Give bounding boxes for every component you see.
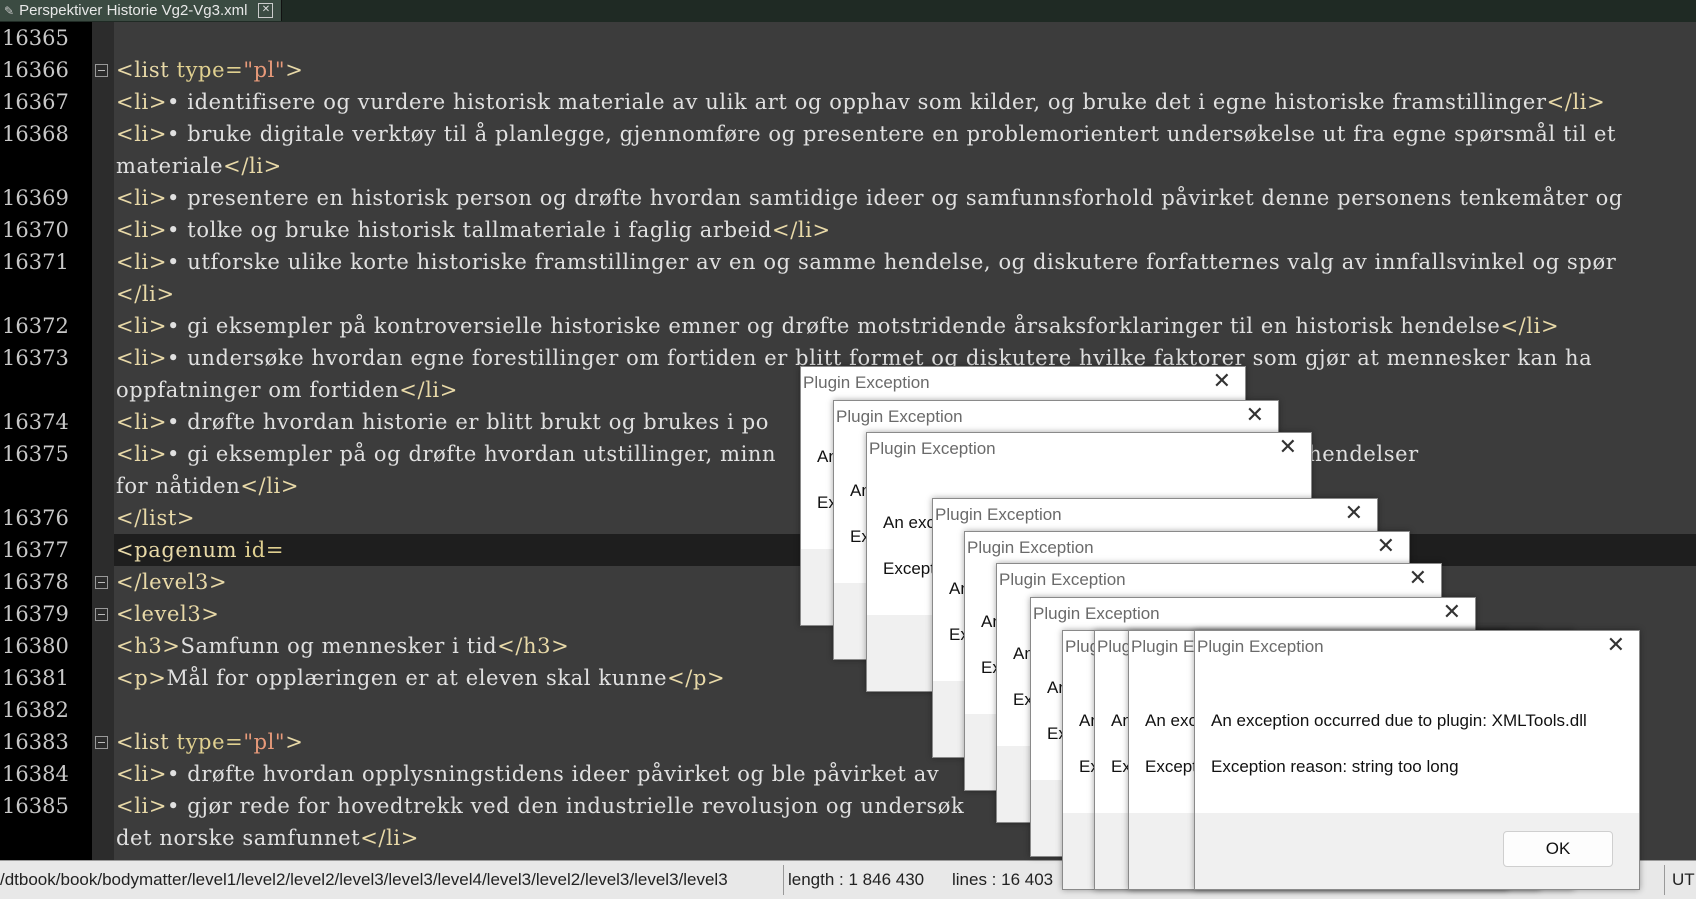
close-icon[interactable]: ✕ [1607,633,1625,658]
line-number: 16379 [2,602,69,626]
close-tab-icon[interactable]: ✕ [258,3,274,18]
line-number: 16369 [2,186,69,210]
line-text: <li>• gi eksempler på kontroversielle hi… [116,314,1560,338]
code-line[interactable]: 16369 <li>• presentere en historisk perso… [0,182,1696,214]
line-text: <li>• drøfte hvordan historie er blitt b… [116,410,769,434]
close-icon[interactable]: ✕ [1409,566,1427,591]
status-xpath: /dtbook/book/bodymatter/level1/level2/le… [0,870,728,889]
close-icon[interactable]: ✕ [1213,369,1231,394]
line-text: <level3> [116,602,220,626]
line-text: <li>• utforske ulike korte historiske fr… [116,250,1617,274]
code-line[interactable]: 16365 [0,22,1696,54]
line-text: <pagenum id= [116,538,285,562]
line-text: for nåtiden</li> [116,474,300,498]
fold-toggle-icon[interactable] [95,64,108,77]
line-text: <h3>Samfunn og mennesker i tid</h3> [116,634,570,658]
line-number: 16378 [2,570,69,594]
line-text: <list type="pl"> [116,730,304,754]
code-line[interactable]: 16368 <li>• bruke digitale verktøy til å … [0,118,1696,150]
line-text: <li>• identifisere og vurdere historisk … [116,90,1606,114]
close-icon[interactable]: ✕ [1279,435,1297,460]
line-number: 16376 [2,506,69,530]
file-tab-title: Perspektiver Historie Vg2-Vg3.xml [19,2,248,19]
line-number: 16366 [2,58,69,82]
line-number: 16368 [2,122,69,146]
fold-toggle-icon[interactable] [95,608,108,621]
close-icon[interactable]: ✕ [1443,600,1461,625]
line-text: <li>• bruke digitale verktøy til å planl… [116,122,1617,146]
status-separator [783,865,784,895]
code-line[interactable]: 16367 <li>• identifisere og vurdere histo… [0,86,1696,118]
tab-bar: ✎ Perspektiver Historie Vg2-Vg3.xml ✕ [0,0,1696,23]
line-number: 16385 [2,794,69,818]
line-text-area: <li>• bruke digitale verktøy til å planl… [114,118,1696,150]
line-number: 16375 [2,442,69,466]
line-text: <li>• presentere en historisk person og … [116,186,1623,210]
line-text-area: <li>• utforske ulike korte historiske fr… [114,246,1696,278]
line-text: <li>• drøfte hvordan opplysningstidens i… [116,762,940,786]
line-text-area: materiale</li> [114,150,1696,182]
line-number: 16380 [2,634,69,658]
line-text-area: <li>• presentere en historisk person og … [114,182,1696,214]
line-number: 16371 [2,250,69,274]
code-line[interactable]: 16370 <li>• tolke og bruke historisk tall… [0,214,1696,246]
line-number: 16365 [2,26,69,50]
dialog-footer: OK [1195,813,1639,889]
line-text-area: <li>• identifisere og vurdere historisk … [114,86,1696,118]
close-icon[interactable]: ✕ [1246,403,1264,428]
dialog-title: Plugin Exception [836,407,963,426]
status-length: length : 1 846 430 [788,870,925,889]
line-text: det norske samfunnet</li> [116,826,419,850]
dialog-reason: Exception reason: string too long [1211,757,1459,776]
line-text-area: <list type="pl"> [114,54,1696,86]
code-line[interactable]: materiale</li> [0,150,1696,182]
line-text: </li> [116,282,175,306]
line-text-area: <li>• tolke og bruke historisk tallmater… [114,214,1696,246]
line-text: materiale</li> [116,154,282,178]
dialog-message: An exception occurred due to plugin: XML… [1211,711,1587,730]
dialog-title: Plugin Exception [999,570,1126,589]
dialog-title: Plugin Exception [803,373,930,392]
fold-toggle-icon[interactable] [95,576,108,589]
line-text: </level3> [116,570,228,594]
line-text: oppfatninger om fortiden</li> [116,378,458,402]
line-text-area: </li> [114,278,1696,310]
line-number: 16367 [2,90,69,114]
code-line[interactable]: 16366 <list type="pl"> [0,54,1696,86]
line-text: <p>Mål for opplæringen er at eleven skal… [116,666,726,690]
close-icon[interactable]: ✕ [1345,501,1363,526]
dialog-title: Plugin Exception [869,439,996,458]
line-number: 16372 [2,314,69,338]
ok-button[interactable]: OK [1503,831,1613,867]
status-lines: lines : 16 403 [952,870,1054,889]
line-text-area [114,22,1696,54]
line-number: 16382 [2,698,69,722]
line-number: 16384 [2,762,69,786]
line-number: 16370 [2,218,69,242]
line-text-area: <li>• gi eksempler på kontroversielle hi… [114,310,1696,342]
fold-toggle-icon[interactable] [95,736,108,749]
pencil-icon: ✎ [4,3,15,18]
plugin-exception-dialog[interactable]: Plugin Exception ✕ An exception occurred… [1194,630,1640,890]
code-line[interactable]: 16372 <li>• gi eksempler på kontroversiel… [0,310,1696,342]
dialog-title: Plugin Exception [935,505,1062,524]
line-text: <li>• tolke og bruke historisk tallmater… [116,218,831,242]
line-number: 16381 [2,666,69,690]
line-number: 16373 [2,346,69,370]
line-text: <list type="pl"> [116,58,304,82]
line-number: 16374 [2,410,69,434]
line-number: 16383 [2,730,69,754]
line-text: </list> [116,506,196,530]
dialog-title: Plugin Exception [967,538,1094,557]
dialog-title: Plugin Exception [1197,637,1324,656]
line-number: 16377 [2,538,69,562]
status-separator [1664,865,1665,895]
dialog-title: Plugin Exception [1033,604,1160,623]
file-tab[interactable]: ✎ Perspektiver Historie Vg2-Vg3.xml ✕ [0,0,283,21]
code-line[interactable]: 16371 <li>• utforske ulike korte historis… [0,246,1696,278]
close-icon[interactable]: ✕ [1377,534,1395,559]
status-encoding: UTF [1672,870,1696,889]
code-line[interactable]: </li> [0,278,1696,310]
